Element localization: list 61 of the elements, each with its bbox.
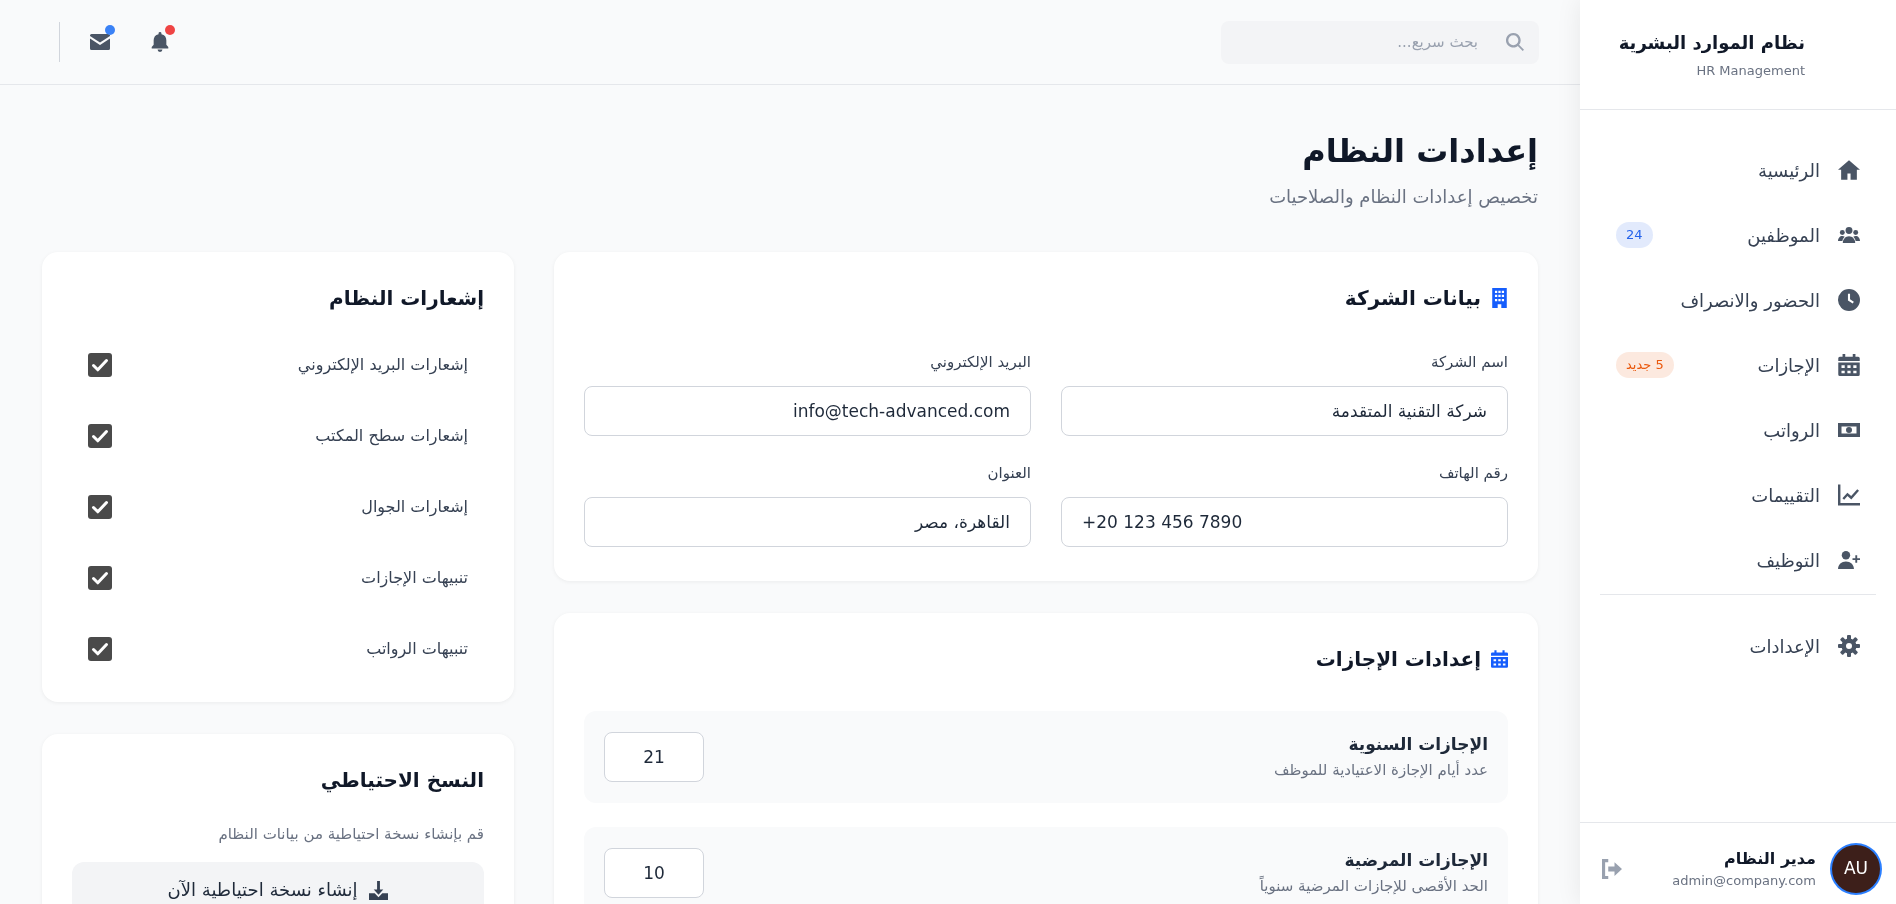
notification-label: تنبيهات الرواتب (366, 637, 468, 661)
nav-item[interactable]: التقييمات (1600, 470, 1876, 520)
number-field[interactable]: 21 (604, 732, 704, 782)
nav-item[interactable]: الرئيسية (1600, 145, 1876, 195)
notification-label: إشعارات الجوال (361, 495, 468, 519)
building-icon (1491, 288, 1508, 308)
backup-description: قم بإنشاء نسخة احتياطية من بيانات النظام (217, 824, 484, 845)
notification-label: إشعارات البريد الإلكتروني (297, 353, 468, 377)
user-plus-icon (1838, 549, 1860, 571)
checkbox[interactable] (88, 494, 112, 519)
text-field[interactable]: info@tech-advanced.com (584, 386, 1031, 436)
download-icon (369, 880, 389, 900)
app-title: نظام الموارد البشرية (1617, 30, 1805, 56)
backup-button[interactable]: إنشاء نسخة احتياطية الآن (72, 862, 484, 904)
field-label: رقم الهاتف (1437, 463, 1508, 483)
calendar-icon (1838, 354, 1860, 376)
card-title: النسخ الاحتياطي (320, 767, 484, 794)
text-field[interactable]: القاهرة، مصر (584, 497, 1031, 547)
card-title: بيانات الشركة (1344, 285, 1481, 312)
search-field[interactable]: بحث سريع... (1221, 20, 1539, 64)
bell-icon[interactable] (150, 32, 170, 52)
setting-title: الإجازات المرضية (1343, 849, 1488, 872)
app-subtitle: HR Management (1695, 61, 1805, 80)
notification-label: إشعارات سطح المكتب (315, 424, 468, 448)
user-name: مدير النظام (1722, 847, 1816, 870)
mail-icon[interactable] (90, 32, 110, 52)
nav-item[interactable]: الإجازات 5 جديد (1600, 340, 1876, 390)
setting-description: الحد الأقصى للإجازات المرضية سنوياً (1259, 874, 1488, 897)
field-label: اسم الشركة (1429, 352, 1508, 372)
nav-item[interactable]: الرواتب (1600, 405, 1876, 455)
chart-icon (1838, 484, 1860, 506)
user-email: admin@company.com (1672, 871, 1816, 890)
page-subtitle: تخصيص إعدادات النظام والصلاحيات (1268, 185, 1538, 210)
number-field[interactable]: 10 (604, 848, 704, 898)
checkbox[interactable] (88, 636, 112, 661)
field-label: العنوان (986, 463, 1031, 483)
home-icon (1838, 159, 1860, 181)
users-icon (1838, 224, 1860, 246)
clock-icon (1838, 289, 1860, 311)
card-title: إشعارات النظام (329, 285, 484, 312)
count-badge: 5 جديد (1616, 352, 1674, 378)
checkbox[interactable] (88, 565, 112, 590)
user-avatar: AU (1832, 844, 1880, 893)
card-title: إعدادات الإجازات (1315, 646, 1481, 673)
nav-item[interactable]: الحضور والانصراف (1600, 275, 1876, 325)
count-badge: 24 (1616, 222, 1653, 248)
checkbox[interactable] (88, 352, 112, 377)
text-field[interactable]: شركة التقنية المتقدمة (1061, 386, 1508, 436)
nav-item[interactable]: التوظيف (1600, 535, 1876, 585)
search-icon (1506, 33, 1524, 51)
text-field[interactable]: +20 123 456 7890 (1061, 497, 1508, 547)
calendar-icon (1491, 649, 1508, 669)
setting-description: عدد أيام الإجازة الاعتيادية للموظف (1273, 759, 1488, 781)
page-title: إعدادات النظام (1301, 131, 1538, 171)
logout-icon[interactable] (1602, 858, 1622, 879)
gear-icon (1838, 635, 1860, 657)
notification-label: تنبيهات الإجازات (361, 566, 468, 590)
field-label: البريد الإلكتروني (929, 352, 1031, 372)
setting-title: الإجازات السنوية (1347, 733, 1488, 756)
nav-item[interactable]: الإعدادات (1600, 621, 1876, 671)
checkbox[interactable] (88, 423, 112, 448)
